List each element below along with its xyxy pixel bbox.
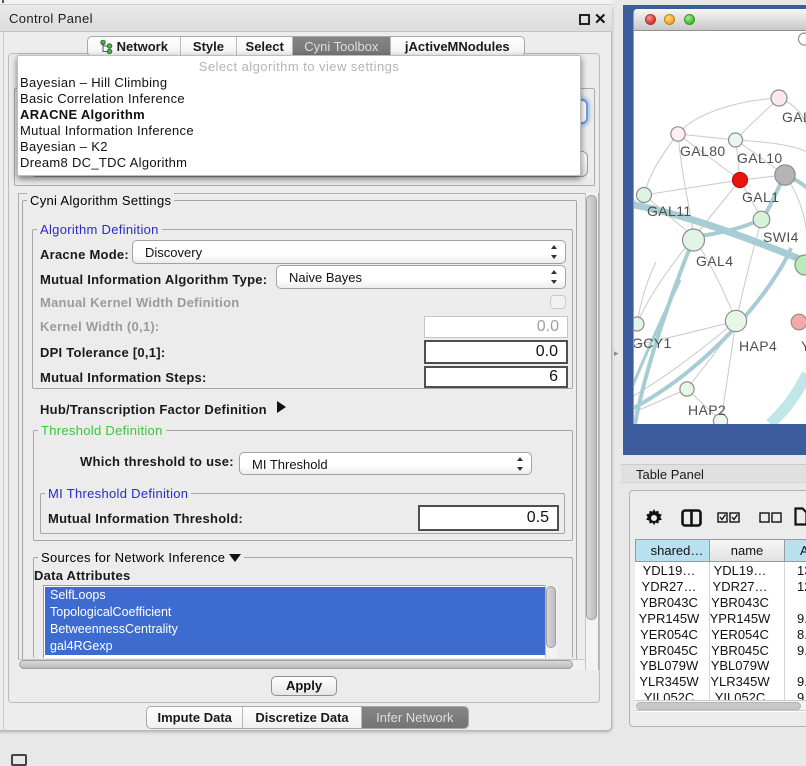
svg-text:HAP4: HAP4 [739,338,777,354]
svg-text:Y: Y [801,338,806,354]
svg-text:GAL11: GAL11 [647,203,692,219]
svg-text:GAL10: GAL10 [737,150,783,166]
svg-text:HAP2: HAP2 [688,402,726,418]
svg-text:SWI4: SWI4 [763,229,799,245]
svg-text:GCY1: GCY1 [634,335,672,351]
svg-text:GAL4: GAL4 [696,253,733,269]
svg-text:GAL1: GAL1 [742,189,779,205]
svg-text:GAL80: GAL80 [680,143,726,159]
svg-text:GAL7: GAL7 [782,109,806,125]
